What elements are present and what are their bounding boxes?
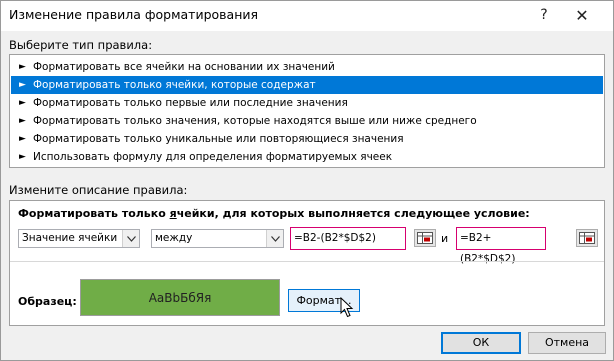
rule-arrow-icon: ► [19, 152, 26, 162]
collapse-dialog-button-2[interactable] [576, 229, 598, 247]
rule-description-panel: Форматировать только ячейки, для которых… [9, 200, 605, 326]
value-type-select[interactable]: Значение ячейки [18, 229, 140, 248]
operator-value: между [155, 232, 193, 244]
edit-description-label: Измените описание правила: [9, 183, 188, 197]
ok-button[interactable]: ОК [441, 332, 521, 354]
rule-type-item[interactable]: ► Форматировать только значения, которые … [11, 112, 603, 130]
chevron-down-icon[interactable] [266, 230, 283, 247]
condition-accelerator: я [169, 207, 177, 220]
close-button[interactable]: ✕ [567, 4, 597, 26]
and-label: и [441, 232, 449, 245]
range-select-icon [579, 232, 595, 244]
condition-prefix: Форматировать только [18, 207, 170, 220]
chevron-down-icon[interactable] [122, 230, 139, 247]
mouse-cursor-icon [340, 297, 354, 318]
rule-type-item-label: Форматировать только значения, которые н… [33, 115, 477, 127]
rule-type-item-label: Использовать формулу для определения фор… [33, 151, 393, 163]
condition-suffix: чейки, для которых выполняется следующее… [176, 207, 530, 220]
min-value-input[interactable]: =B2-(B2*$D$2) [290, 227, 406, 250]
rule-type-item-label: Форматировать только ячейки, которые сод… [33, 79, 316, 91]
rule-arrow-icon: ► [19, 62, 26, 72]
rule-type-item[interactable]: ► Форматировать только ячейки, которые со… [11, 76, 603, 94]
rule-type-item-label: Форматировать все ячейки на основании их… [33, 61, 335, 73]
dialog-title: Изменение правила форматирования [9, 7, 259, 22]
value-type-value: Значение ячейки [22, 232, 118, 244]
operator-select[interactable]: между [151, 229, 284, 248]
rule-type-item-label: Форматировать только первые или последни… [33, 97, 348, 109]
rule-type-item[interactable]: ► Форматировать все ячейки на основании и… [11, 58, 603, 76]
title-bar: Изменение правила форматирования ? ✕ [1, 1, 613, 31]
rule-type-label: Выберите тип правила: [9, 38, 153, 52]
rule-arrow-icon: ► [19, 116, 26, 126]
format-preview: АаВbБбЯя [80, 279, 280, 316]
preview-label: Образец: [18, 295, 77, 308]
conditional-format-dialog: Изменение правила форматирования ? ✕ Выб… [0, 0, 614, 361]
help-button[interactable]: ? [529, 4, 559, 26]
collapse-dialog-button-1[interactable] [414, 229, 436, 247]
close-icon: ✕ [575, 5, 589, 25]
help-icon: ? [540, 7, 548, 23]
rule-type-item[interactable]: ► Форматировать только уникальные или пов… [11, 130, 603, 148]
rule-type-item-label: Форматировать только уникальные или повт… [33, 133, 404, 145]
rule-arrow-icon: ► [19, 98, 26, 108]
rule-type-item[interactable]: ► Форматировать только первые или последн… [11, 94, 603, 112]
rule-type-list[interactable]: ► Форматировать все ячейки на основании и… [9, 54, 605, 168]
rule-arrow-icon: ► [19, 134, 26, 144]
range-select-icon [417, 232, 433, 244]
condition-heading: Форматировать только ячейки, для которых… [18, 207, 530, 220]
max-value-input[interactable]: =B2+(B2*$D$2) [456, 227, 546, 265]
cancel-button[interactable]: Отмена [528, 332, 606, 354]
rule-arrow-icon: ► [19, 80, 26, 90]
divider [10, 261, 604, 262]
rule-type-item[interactable]: ► Использовать формулу для определения фо… [11, 148, 603, 166]
preview-text: АаВbБбЯя [148, 290, 212, 305]
